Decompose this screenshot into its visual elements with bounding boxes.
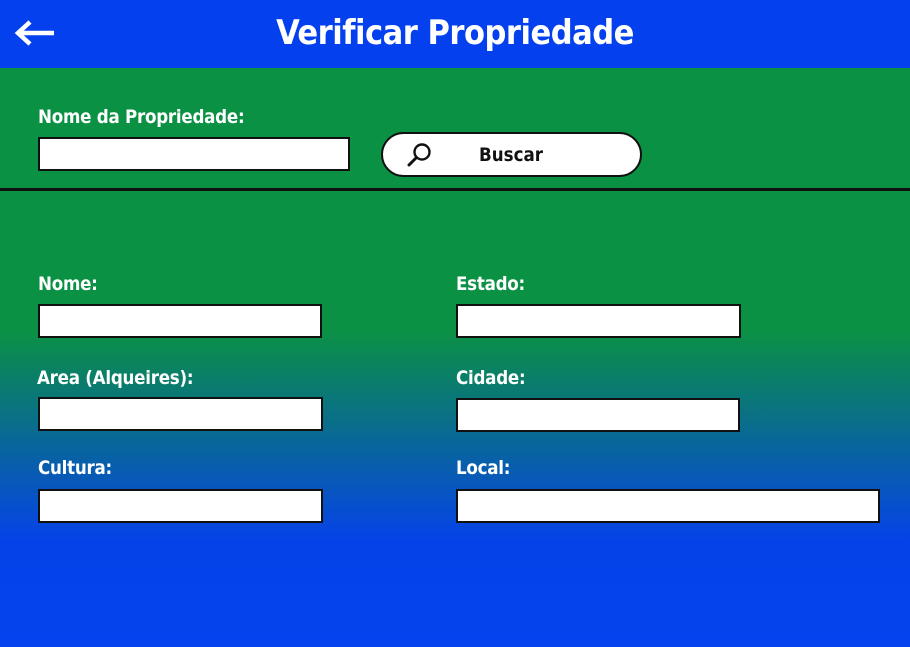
nome-field[interactable] [38, 304, 322, 338]
property-name-input[interactable] [38, 137, 350, 171]
app-header: Verificar Propriedade [0, 0, 910, 68]
estado-field[interactable] [456, 304, 741, 338]
cultura-field[interactable] [38, 489, 323, 523]
search-button-label: Buscar [479, 144, 544, 166]
area-field[interactable] [38, 397, 323, 431]
nome-label: Nome: [38, 273, 98, 295]
search-button[interactable]: Buscar [381, 132, 642, 177]
search-icon [407, 143, 431, 167]
area-label: Area (Alqueires): [37, 367, 194, 389]
cidade-label: Cidade: [456, 367, 526, 389]
local-field[interactable] [456, 489, 880, 523]
local-label: Local: [456, 457, 511, 479]
cultura-label: Cultura: [38, 457, 112, 479]
page-title: Verificar Propriedade [276, 13, 634, 53]
cidade-field[interactable] [456, 398, 740, 432]
property-name-label: Nome da Propriedade: [38, 106, 245, 128]
section-divider [0, 188, 910, 191]
estado-label: Estado: [456, 273, 525, 295]
